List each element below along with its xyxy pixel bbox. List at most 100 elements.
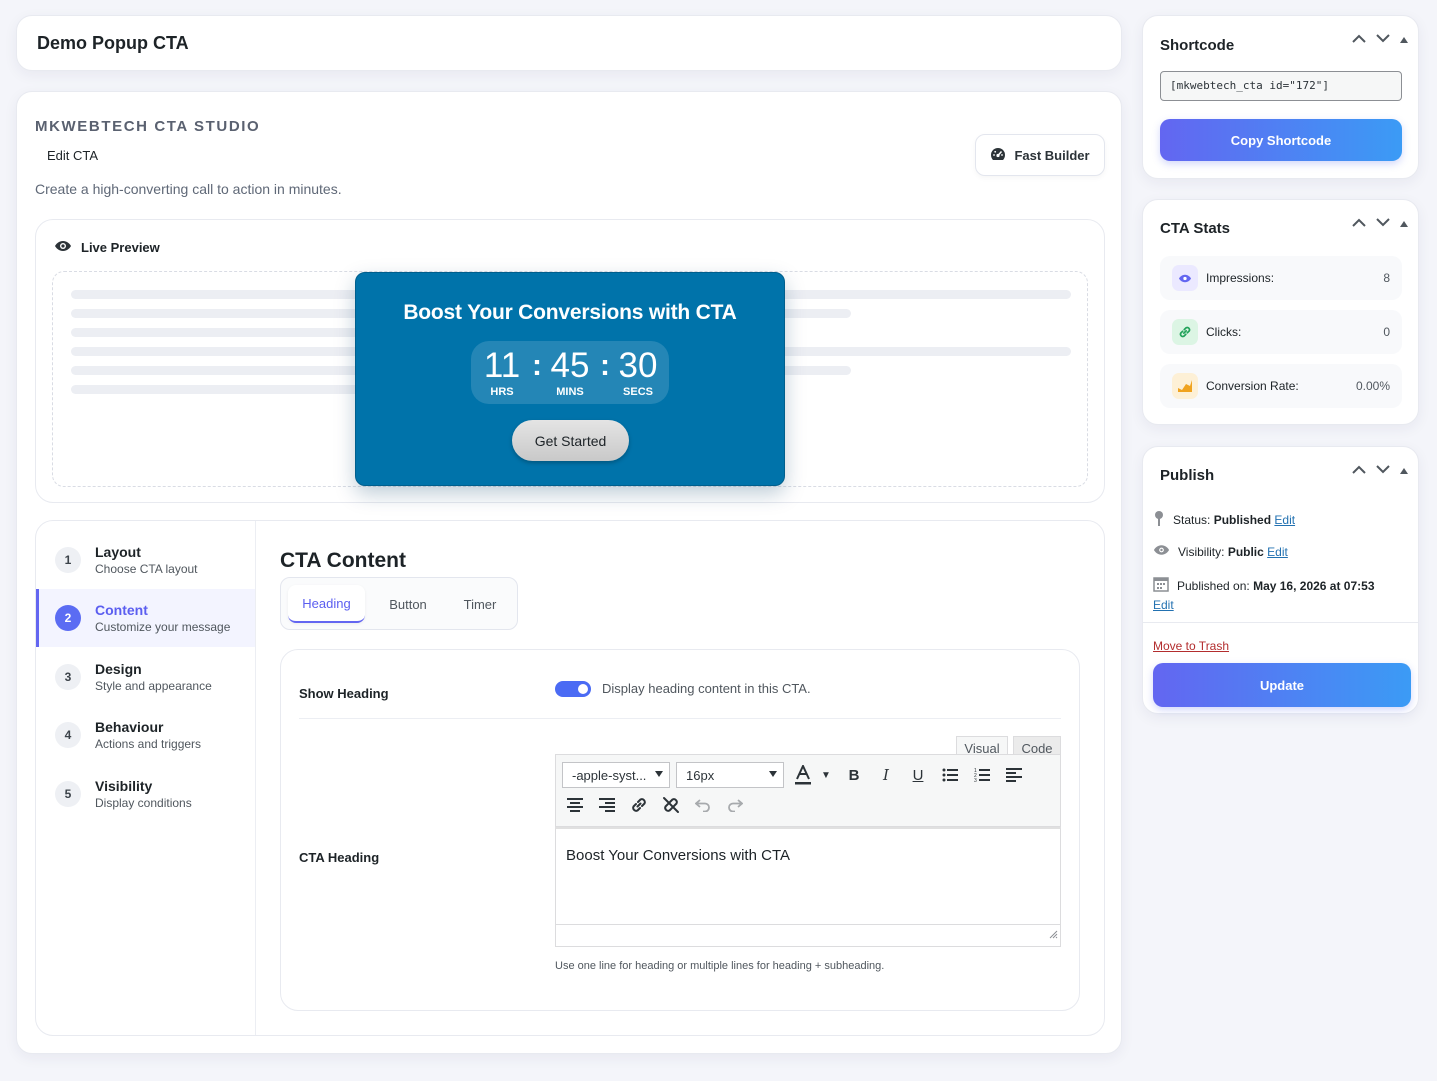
chevron-up-icon[interactable] <box>1352 214 1366 232</box>
cta-heading-editor[interactable]: Boost Your Conversions with CTA <box>555 827 1061 925</box>
collapse-triangle-icon[interactable] <box>1400 30 1408 48</box>
title-bar: Demo Popup CTA <box>16 15 1122 71</box>
edit-visibility-link[interactable]: Edit <box>1267 545 1288 559</box>
chevron-down-icon <box>769 771 777 777</box>
move-to-trash-link[interactable]: Move to Trash <box>1153 639 1229 653</box>
show-heading-toggle[interactable] <box>555 681 591 697</box>
copy-shortcode-button[interactable]: Copy Shortcode <box>1160 119 1402 161</box>
visibility-label: Visibility: <box>1178 544 1225 559</box>
tab-heading[interactable]: Heading <box>288 585 365 623</box>
resize-handle-icon[interactable] <box>1049 926 1058 944</box>
chevron-up-icon[interactable] <box>1352 30 1366 48</box>
numbered-list-icon[interactable]: 123 <box>971 764 993 786</box>
timer-minutes-label: MINS <box>556 386 584 398</box>
status-value: Published <box>1213 512 1272 527</box>
divider <box>299 718 1061 719</box>
step-subtitle: Choose CTA layout <box>95 562 198 576</box>
edit-status-link[interactable]: Edit <box>1274 513 1295 527</box>
skeleton-line <box>71 385 371 394</box>
collapse-triangle-icon[interactable] <box>1400 461 1408 479</box>
show-heading-description: Display heading content in this CTA. <box>602 681 811 696</box>
font-size-value: 16px <box>686 767 715 783</box>
popup-cta-button[interactable]: Get Started <box>512 420 629 461</box>
timer-minutes: 45 MINS <box>546 347 594 399</box>
text-color-dropdown-icon[interactable]: ▼ <box>815 764 837 786</box>
step-content[interactable]: 2 Content Customize your message <box>36 589 255 647</box>
chevron-down-icon <box>655 771 663 777</box>
content-section-title: CTA Content <box>280 549 406 572</box>
chevron-down-icon[interactable] <box>1376 214 1390 232</box>
tab-timer[interactable]: Timer <box>447 585 513 623</box>
countdown-timer: 11 HRS : 45 MINS : 30 SECS <box>471 341 669 404</box>
main-panel: MKWEBTECH CTA STUDIO Edit CTA Create a h… <box>16 91 1122 1054</box>
publish-title: Publish <box>1160 467 1215 484</box>
eye-icon <box>1172 265 1198 291</box>
fast-builder-button[interactable]: Fast Builder <box>975 134 1105 176</box>
fast-builder-label: Fast Builder <box>1014 147 1090 163</box>
align-center-icon[interactable] <box>564 794 586 816</box>
align-left-icon[interactable] <box>1003 764 1025 786</box>
step-number: 4 <box>55 722 81 748</box>
divider <box>1143 622 1418 623</box>
text-color-icon[interactable] <box>792 764 814 786</box>
step-design[interactable]: 3 Design Style and appearance <box>36 648 255 706</box>
stat-impressions: Impressions: 8 <box>1160 256 1402 300</box>
timer-hours-value: 11 <box>483 346 521 385</box>
pin-icon <box>1153 510 1165 529</box>
step-visibility[interactable]: 5 Visibility Display conditions <box>36 765 255 823</box>
align-right-icon[interactable] <box>596 794 618 816</box>
chevron-down-icon[interactable] <box>1376 461 1390 479</box>
step-number: 1 <box>55 547 81 573</box>
collapse-triangle-icon[interactable] <box>1400 214 1408 232</box>
step-navigation: 1 Layout Choose CTA layout 2 Content Custo… <box>36 521 256 1035</box>
undo-icon[interactable] <box>692 794 714 816</box>
step-subtitle: Style and appearance <box>95 679 212 693</box>
cta-popup-preview: Boost Your Conversions with CTA 11 HRS :… <box>355 272 785 486</box>
font-size-select[interactable]: 16px <box>676 762 784 788</box>
panel-controls <box>1352 461 1408 479</box>
bold-icon[interactable]: B <box>843 764 865 786</box>
step-title: Content <box>95 602 148 618</box>
publish-status-row: Status: Published Edit <box>1153 510 1295 529</box>
conversion-value: 0.00% <box>1355 379 1390 393</box>
step-subtitle: Actions and triggers <box>95 737 202 751</box>
italic-icon[interactable]: I <box>875 764 897 786</box>
redo-icon[interactable] <box>724 794 746 816</box>
unlink-icon[interactable] <box>660 794 682 816</box>
chevron-down-icon[interactable] <box>1376 30 1390 48</box>
link-icon[interactable] <box>628 794 650 816</box>
cta-heading-label: CTA Heading <box>299 850 380 865</box>
eye-icon <box>1153 544 1170 559</box>
step-title: Layout <box>95 544 141 560</box>
bullet-list-icon[interactable] <box>939 764 961 786</box>
live-preview-heading: Live Preview <box>54 240 160 255</box>
page-subtitle: Edit CTA <box>47 148 99 163</box>
step-title: Visibility <box>95 778 153 794</box>
shortcode-field[interactable]: [mkwebtech_cta id="172"] <box>1160 71 1402 101</box>
tab-button[interactable]: Button <box>375 585 441 623</box>
brand-name: MKWEBTECH CTA STUDIO <box>35 118 261 135</box>
status-label: Status: <box>1173 512 1211 527</box>
underline-icon[interactable]: U <box>907 764 929 786</box>
edit-date-link[interactable]: Edit <box>1153 598 1174 612</box>
publish-panel: Publish Status: Published Edit Visibilit… <box>1142 446 1419 714</box>
step-layout[interactable]: 1 Layout Choose CTA layout <box>36 531 255 589</box>
font-family-select[interactable]: -apple-syst... <box>562 762 670 788</box>
tagline: Create a high-converting call to action … <box>35 181 342 197</box>
step-subtitle: Display conditions <box>95 796 192 810</box>
builder-panel: 1 Layout Choose CTA layout 2 Content Custo… <box>35 520 1105 1036</box>
step-title: Design <box>95 661 142 677</box>
editor-toolbar: -apple-syst... 16px ▼ B I U 123 <box>555 754 1061 827</box>
font-family-value: -apple-syst... <box>572 767 647 783</box>
page-title: Demo Popup CTA <box>37 33 189 53</box>
clicks-value: 0 <box>1383 325 1390 339</box>
update-button[interactable]: Update <box>1153 663 1411 707</box>
skeleton-line <box>71 328 371 337</box>
live-preview-panel: Live Preview Boost Your Conversions with… <box>35 219 1105 503</box>
impressions-label: Impressions: <box>1206 271 1275 285</box>
chevron-up-icon[interactable] <box>1352 461 1366 479</box>
step-behaviour[interactable]: 4 Behaviour Actions and triggers <box>36 706 255 764</box>
impressions-value: 8 <box>1383 271 1390 285</box>
dashboard-icon <box>990 147 1006 164</box>
conversion-label: Conversion Rate: <box>1206 379 1299 393</box>
